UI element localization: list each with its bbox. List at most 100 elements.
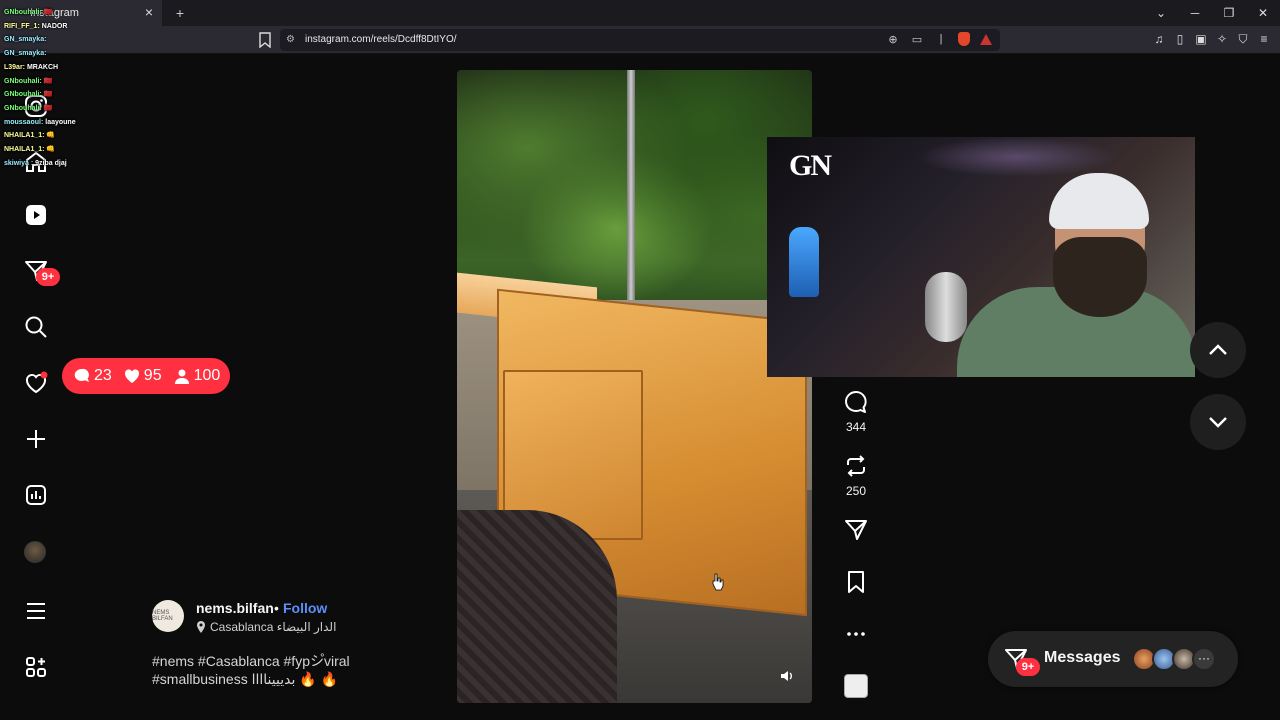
original-audio-thumbnail[interactable] (844, 674, 868, 698)
chat-text: 🇲🇦 (43, 91, 53, 99)
follow-button[interactable]: Follow (283, 600, 327, 616)
chat-username: NHAILA1_1: (4, 132, 45, 140)
more-options-icon[interactable] (844, 622, 868, 646)
chat-text: 👊 (46, 146, 56, 154)
author-avatar[interactable]: NEMS BILFAN (152, 600, 184, 632)
url-text: instagram.com/reels/Dcdff8DtIYO/ (305, 34, 457, 45)
cast-icon[interactable]: ▭ (910, 33, 924, 46)
comment-icon[interactable] (844, 390, 868, 414)
chat-username: GNbouhali: (4, 91, 42, 99)
chat-text: 👊 (46, 132, 56, 140)
sidebar-icon[interactable]: ▯ (1174, 32, 1186, 47)
chat-username: RIFI_FF_1: (4, 22, 40, 30)
nav-also-from-meta-icon[interactable] (24, 655, 48, 679)
gn-logo: GN (789, 149, 832, 182)
chat-text: 🇲🇦 (43, 104, 53, 112)
nav-messages-badge: 9+ (36, 268, 60, 286)
separator-icon: | (939, 33, 943, 45)
video-pole (627, 70, 635, 310)
tab-close-icon[interactable]: × (142, 5, 156, 19)
chat-message: skiwiya : 9ziba djaj (4, 157, 76, 171)
chat-message: GNbouhali: 🇲🇦 (4, 6, 76, 20)
chat-username: GN_smayka: (4, 36, 47, 44)
media-icon[interactable]: ♫ (1153, 32, 1165, 47)
repost-icon[interactable] (844, 454, 868, 478)
chat-text: laayoune (45, 118, 76, 126)
zoom-icon[interactable]: ⊕ (886, 33, 900, 46)
save-icon[interactable] (844, 570, 868, 594)
chat-username: skiwiya : (4, 159, 34, 167)
nav-more-menu-icon[interactable] (24, 599, 48, 623)
wallet-icon[interactable]: ▣ (1195, 32, 1207, 47)
webcam-action-figure (789, 227, 819, 297)
chat-message: moussaoul: laayoune (4, 116, 76, 130)
window-controls: ⌄ ─ ❐ ✕ (1144, 0, 1280, 26)
nav-search-icon[interactable] (24, 315, 48, 339)
menu-icon[interactable]: ≡ (1258, 32, 1270, 47)
messages-avatars: ··· (1132, 647, 1216, 671)
stat-comments-value: 23 (94, 367, 112, 384)
chat-username: NHAILA1_1: (4, 146, 45, 154)
vpn-icon[interactable]: ⛉ (1237, 32, 1249, 47)
chat-text: 🇲🇦 (43, 77, 53, 85)
chat-message: NHAILA1_1: 👊 (4, 129, 76, 143)
brave-shields-icon[interactable] (958, 32, 970, 46)
brave-rewards-icon[interactable] (980, 33, 992, 45)
nav-reels-icon[interactable] (24, 203, 48, 227)
reel-location[interactable]: Casablanca الدار البيضاء (196, 620, 336, 634)
share-icon[interactable] (844, 518, 868, 542)
close-window-icon[interactable]: ✕ (1246, 6, 1280, 20)
video-scooter-seat (457, 510, 617, 703)
chat-username: GNbouhali: (4, 77, 42, 85)
nav-profile-avatar[interactable] (24, 541, 46, 563)
caption-line-2: #smallbusiness بديييناااا 🔥 🔥 (152, 671, 339, 687)
reel-caption: #nems #Casablanca #fypシ゚viral #smallbusi… (152, 652, 412, 688)
webcam-cap (1049, 173, 1149, 229)
comment-bubble-icon (74, 368, 89, 382)
bookmark-icon[interactable] (258, 32, 272, 48)
live-stats-pill: 23 95 100 (62, 358, 230, 394)
reel-author: NEMS BILFAN nems.bilfan • Follow Casabla… (152, 600, 452, 640)
streamer-webcam-overlay: GN (767, 137, 1195, 377)
chat-username: GN_smayka: (4, 50, 47, 58)
messages-widget[interactable]: 9+ Messages ··· (988, 631, 1238, 687)
location-pin-icon (197, 621, 205, 633)
chat-message: L39ar: MRAKCH (4, 61, 76, 75)
mouse-cursor-icon (712, 573, 724, 591)
leo-ai-icon[interactable]: ✧ (1216, 32, 1228, 47)
stat-likes: 95 (124, 367, 162, 385)
nav-create-icon[interactable] (24, 427, 48, 451)
previous-reel-button[interactable] (1190, 322, 1246, 378)
author-avatar-text: NEMS BILFAN (152, 610, 173, 622)
stat-followers: 100 (174, 367, 220, 385)
minimize-icon[interactable]: ─ (1178, 6, 1212, 20)
chat-message: GNbouhali: 🇲🇦 (4, 88, 76, 102)
url-field[interactable]: ⚙ instagram.com/reels/Dcdff8DtIYO/ ⊕ ▭ | (280, 29, 1000, 51)
chat-username: GNbouhali: (4, 9, 42, 16)
toolbar-icons: ♫ ▯ ▣ ✧ ⛉ ≡ (1153, 32, 1270, 47)
chat-username: moussaoul: (4, 118, 44, 126)
restore-icon[interactable]: ❐ (1212, 6, 1246, 20)
repost-count: 250 (845, 484, 867, 498)
chevron-up-icon (1209, 344, 1227, 355)
tab-list-icon[interactable]: ⌄ (1144, 6, 1178, 20)
stat-likes-value: 95 (143, 367, 162, 384)
chat-text: MRAKCH (26, 63, 59, 71)
chat-message: GN_smayka: (4, 47, 76, 61)
new-tab-button[interactable]: + (172, 5, 188, 21)
messages-more-icon: ··· (1192, 647, 1216, 671)
nav-dashboard-icon[interactable] (24, 483, 48, 507)
chat-text: 9ziba djaj (35, 159, 67, 167)
webcam-background-lights (917, 137, 1117, 177)
chat-message: GNbouhali: 🇲🇦 (4, 75, 76, 89)
reel-video[interactable] (457, 70, 812, 703)
next-reel-button[interactable] (1190, 394, 1246, 450)
site-info-icon[interactable]: ⚙ (286, 34, 298, 46)
chat-text: NADOR (41, 22, 68, 30)
author-username[interactable]: nems.bilfan (196, 600, 274, 616)
messages-badge: 9+ (1016, 658, 1040, 676)
nav-notifications-heart-icon[interactable] (24, 371, 48, 395)
volume-icon[interactable] (780, 669, 794, 683)
address-bar-row: ⚙ instagram.com/reels/Dcdff8DtIYO/ ⊕ ▭ |… (0, 26, 1280, 54)
app-window: Instagram × + ⌄ ─ ❐ ✕ ⚙ instagram.com/re… (0, 0, 1280, 720)
